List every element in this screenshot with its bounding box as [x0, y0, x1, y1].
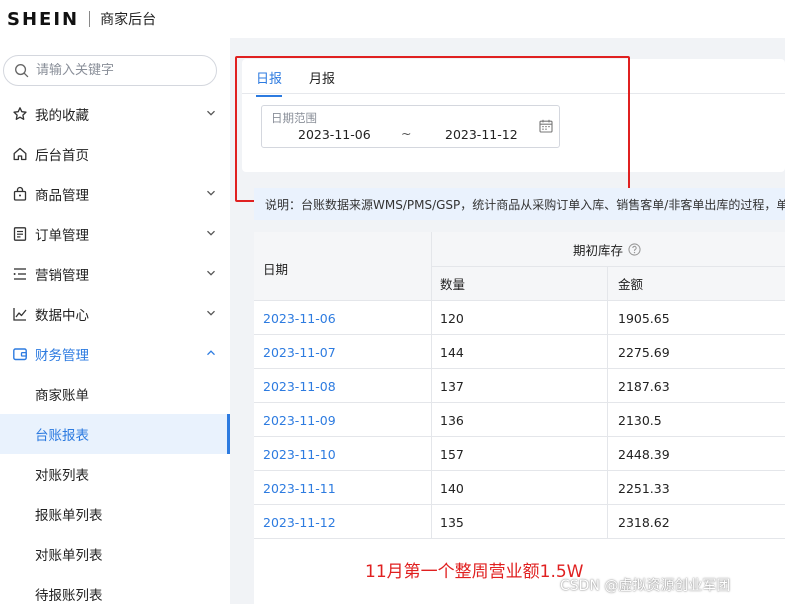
tab-monthly[interactable]: 月报	[309, 68, 335, 95]
app-root: SHEIN 商家后台 我的收藏 后台首页 商品管理	[0, 0, 785, 604]
sidebar-item-label: 财务管理	[35, 348, 89, 364]
filter-card: 日报 月报 日期范围 2023-11-06 ~ 2023-11-12	[235, 56, 785, 202]
date-link[interactable]: 2023-11-10	[254, 437, 432, 471]
chevron-down-icon	[207, 230, 215, 236]
sidebar-menu: 我的收藏 后台首页 商品管理 订单管理 营销管理 数据中心 财务管理 商家账单 …	[0, 94, 230, 604]
amount-cell: 2275.69	[618, 344, 670, 360]
sidebar-item-orders[interactable]: 订单管理	[0, 214, 230, 254]
tab-daily[interactable]: 日报	[256, 68, 283, 97]
sidebar-subitem-pending-list[interactable]: 待报账列表	[0, 574, 230, 604]
quantity-cell: 135	[432, 505, 608, 539]
sidebar-item-marketing[interactable]: 营销管理	[0, 254, 230, 294]
chevron-down-icon	[207, 270, 215, 276]
sidebar-subitem-merchant-bill[interactable]: 商家账单	[0, 374, 230, 414]
sidebar-search[interactable]	[3, 55, 217, 86]
sidebar-subitem-label: 待报账列表	[35, 588, 103, 604]
sidebar-item-label: 商品管理	[35, 188, 89, 204]
help-icon[interactable]	[628, 242, 641, 256]
main-content: 日报 月报 日期范围 2023-11-06 ~ 2023-11-12 说明：台账…	[230, 38, 785, 604]
sidebar-item-data-center[interactable]: 数据中心	[0, 294, 230, 334]
star-icon	[12, 106, 28, 122]
column-group-label: 期初库存	[573, 242, 624, 258]
chart-icon	[12, 306, 28, 322]
date-start[interactable]: 2023-11-06	[298, 127, 371, 142]
shein-logo[interactable]: SHEIN	[7, 9, 79, 30]
quantity-cell: 136	[432, 403, 608, 437]
chevron-down-icon	[207, 110, 215, 116]
sidebar: 我的收藏 后台首页 商品管理 订单管理 营销管理	[0, 38, 230, 604]
logo-divider	[89, 11, 91, 27]
chevron-down-icon	[207, 310, 215, 316]
sidebar-subitem-ledger-report[interactable]: 台账报表	[0, 414, 230, 454]
table-row: 2023-11-09 136 2130.5	[254, 403, 785, 437]
calendar-icon[interactable]	[539, 119, 553, 133]
search-icon	[15, 64, 29, 78]
date-end[interactable]: 2023-11-12	[445, 127, 518, 142]
info-note: 说明：台账数据来源WMS/PMS/GSP，统计商品从采购订单入库、销售客单/非客…	[254, 188, 785, 220]
sidebar-subitem-reconciliation-list[interactable]: 对账列表	[0, 454, 230, 494]
table-body: 2023-11-06 120 1905.65 2023-11-07 144 2275.6…	[254, 301, 785, 539]
sidebar-item-products[interactable]: 商品管理	[0, 174, 230, 214]
quantity-cell: 144	[432, 335, 608, 369]
marketing-icon	[12, 266, 28, 282]
header-subtitle: 商家后台	[100, 12, 157, 28]
sidebar-item-label: 数据中心	[35, 308, 89, 324]
report-tabs: 日报 月报	[242, 59, 785, 97]
sidebar-subitem-label: 对账列表	[35, 468, 89, 484]
sidebar-item-favorites[interactable]: 我的收藏	[0, 94, 230, 134]
sidebar-item-label: 订单管理	[35, 228, 89, 244]
amount-cell: 2187.63	[618, 378, 670, 394]
chevron-down-icon	[207, 190, 215, 196]
date-separator: ~	[401, 126, 412, 141]
order-icon	[12, 226, 28, 242]
home-icon	[12, 146, 28, 162]
search-input[interactable]	[36, 63, 206, 78]
column-header-date: 日期	[254, 232, 432, 301]
sidebar-subitem-label: 报账单列表	[35, 508, 103, 524]
quantity-cell: 140	[432, 471, 608, 505]
quantity-cell: 157	[432, 437, 608, 471]
column-header-amount: 金额	[608, 267, 785, 301]
header: SHEIN 商家后台	[0, 0, 240, 38]
quantity-cell: 120	[432, 301, 608, 335]
date-range-picker[interactable]: 日期范围 2023-11-06 ~ 2023-11-12	[261, 105, 560, 148]
sidebar-subitem-label: 商家账单	[35, 388, 89, 404]
date-link[interactable]: 2023-11-11	[254, 471, 432, 505]
sidebar-subitem-statement-list[interactable]: 对账单列表	[0, 534, 230, 574]
date-link[interactable]: 2023-11-07	[254, 335, 432, 369]
bag-icon	[12, 186, 28, 202]
table-row: 2023-11-11 140 2251.33	[254, 471, 785, 505]
sidebar-item-home[interactable]: 后台首页	[0, 134, 230, 174]
date-link[interactable]: 2023-11-08	[254, 369, 432, 403]
amount-cell: 2251.33	[618, 480, 670, 496]
date-link[interactable]: 2023-11-09	[254, 403, 432, 437]
revenue-annotation: 11月第一个整周营业额1.5W	[365, 562, 584, 582]
date-range-label: 日期范围	[271, 111, 317, 125]
amount-cell: 2448.39	[618, 446, 670, 462]
sidebar-item-label: 营销管理	[35, 268, 89, 284]
sidebar-subitem-label: 对账单列表	[35, 548, 103, 564]
wallet-icon	[12, 346, 28, 362]
sidebar-item-finance[interactable]: 财务管理	[0, 334, 230, 374]
table-row: 2023-11-08 137 2187.63	[254, 369, 785, 403]
amount-cell: 1905.65	[618, 310, 670, 326]
table-row: 2023-11-07 144 2275.69	[254, 335, 785, 369]
ledger-table: 日期 期初库存 数量 金额 2023-11-06 120 1905.65 2023-…	[254, 232, 785, 604]
csdn-watermark: CSDN @虚拟资源创业军团	[560, 578, 731, 594]
amount-cell: 2130.5	[618, 412, 662, 428]
chevron-up-icon	[207, 350, 215, 356]
sidebar-subitem-label: 台账报表	[35, 428, 89, 444]
amount-cell: 2318.62	[618, 514, 670, 530]
column-header-quantity: 数量	[432, 267, 608, 301]
column-group-opening-stock: 期初库存	[432, 232, 785, 267]
table-row: 2023-11-06 120 1905.65	[254, 301, 785, 335]
table-row: 2023-11-12 135 2318.62	[254, 505, 785, 539]
sidebar-item-label: 后台首页	[35, 148, 89, 164]
date-link[interactable]: 2023-11-06	[254, 301, 432, 335]
sidebar-item-label: 我的收藏	[35, 108, 89, 124]
quantity-cell: 137	[432, 369, 608, 403]
sidebar-subitem-reimbursement-list[interactable]: 报账单列表	[0, 494, 230, 534]
table-row: 2023-11-10 157 2448.39	[254, 437, 785, 471]
date-link[interactable]: 2023-11-12	[254, 505, 432, 539]
